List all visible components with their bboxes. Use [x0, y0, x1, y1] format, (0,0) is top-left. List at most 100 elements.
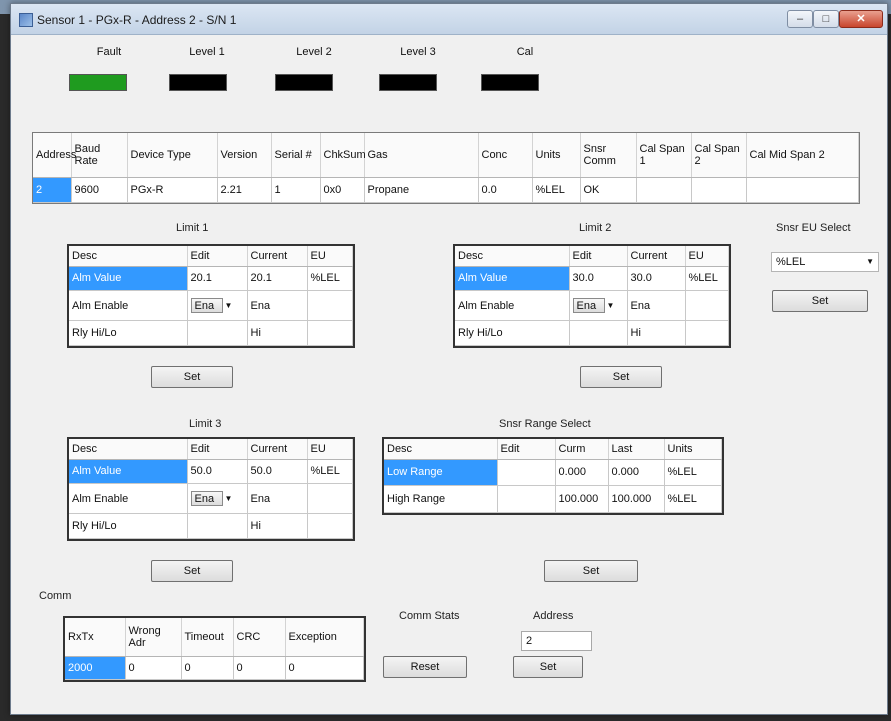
limit3-rly-edit[interactable]	[187, 513, 248, 539]
limit1-grid[interactable]: Desc Edit Current EU Alm Value 20.1 20.1…	[67, 244, 355, 348]
comm-rxtx-value[interactable]: 2000	[65, 656, 126, 680]
col-snsr-comm[interactable]: Snsr Comm	[580, 133, 637, 178]
low-range-edit[interactable]	[497, 459, 556, 487]
range-select-grid[interactable]: Desc Edit Curm Last Units Low Range 0.00…	[382, 437, 724, 515]
cell-address[interactable]: 2	[33, 177, 72, 203]
table-row[interactable]: 2000 0 0 0 0	[65, 656, 364, 680]
limit2-alm-enable-combo[interactable]: Ena	[572, 298, 605, 314]
cell-version[interactable]: 2.21	[217, 177, 272, 203]
limit2-col-current[interactable]: Current	[627, 246, 686, 267]
range-col-units[interactable]: Units	[664, 439, 722, 460]
limit1-rly-desc[interactable]: Rly Hi/Lo	[69, 320, 188, 346]
comm-col-rxtx[interactable]: RxTx	[65, 618, 126, 657]
maximize-button[interactable]: □	[813, 10, 839, 28]
cell-cal-mid-span-2[interactable]	[746, 177, 859, 203]
limit3-grid[interactable]: Desc Edit Current EU Alm Value 50.0 50.0…	[67, 437, 355, 541]
table-row[interactable]: High Range 100.000 100.000 %LEL	[384, 485, 722, 513]
limit2-alm-value-edit[interactable]: 30.0	[569, 266, 628, 292]
limit2-set-button[interactable]: Set	[580, 366, 662, 388]
limit2-col-desc[interactable]: Desc	[455, 246, 570, 267]
cell-cal-span-1[interactable]	[636, 177, 692, 203]
table-row[interactable]: Rly Hi/Lo Hi	[69, 320, 353, 346]
limit2-col-eu[interactable]: EU	[685, 246, 729, 267]
table-row[interactable]: Low Range 0.000 0.000 %LEL	[384, 459, 722, 487]
high-range-edit[interactable]	[497, 485, 556, 513]
col-cal-span-2[interactable]: Cal Span 2	[691, 133, 747, 178]
limit1-alm-enable-combo[interactable]: Ena	[190, 298, 223, 314]
chevron-down-icon[interactable]: ▼	[223, 301, 235, 310]
table-row[interactable]: Alm Enable Ena ▼ Ena	[69, 483, 353, 515]
chevron-down-icon[interactable]: ▼	[223, 494, 235, 503]
limit2-alm-value-desc[interactable]: Alm Value	[455, 266, 570, 292]
limit3-alm-enable-combo[interactable]: Ena	[190, 491, 223, 507]
col-cal-mid-span-2[interactable]: Cal Mid Span 2	[746, 133, 859, 178]
limit1-alm-enable-cell[interactable]: Ena ▼	[187, 290, 248, 322]
limit3-col-desc[interactable]: Desc	[69, 439, 188, 460]
table-row[interactable]: Alm Enable Ena ▼ Ena	[455, 290, 729, 322]
range-col-edit[interactable]: Edit	[497, 439, 556, 460]
device-info-grid[interactable]: Address Baud Rate Device Type Version Se…	[32, 132, 860, 204]
address-set-button[interactable]: Set	[513, 656, 583, 678]
cell-cal-span-2[interactable]	[691, 177, 747, 203]
limit2-alm-enable-cell[interactable]: Ena ▼	[569, 290, 628, 322]
limit2-alm-enable-desc[interactable]: Alm Enable	[455, 290, 570, 322]
limit3-set-button[interactable]: Set	[151, 560, 233, 582]
minimize-button[interactable]: –	[787, 10, 813, 28]
limit3-alm-value-edit[interactable]: 50.0	[187, 459, 248, 485]
col-conc[interactable]: Conc	[478, 133, 533, 178]
table-row[interactable]: Rly Hi/Lo Hi	[455, 320, 729, 346]
cell-gas[interactable]: Propane	[364, 177, 479, 203]
limit2-rly-edit[interactable]	[569, 320, 628, 346]
limit3-col-eu[interactable]: EU	[307, 439, 353, 460]
comm-grid[interactable]: RxTx Wrong Adr Timeout CRC Exception 200…	[63, 616, 366, 682]
limit3-col-edit[interactable]: Edit	[187, 439, 248, 460]
limit2-col-edit[interactable]: Edit	[569, 246, 628, 267]
comm-col-crc[interactable]: CRC	[233, 618, 286, 657]
range-col-curr[interactable]: Curm	[555, 439, 609, 460]
col-serial[interactable]: Serial #	[271, 133, 321, 178]
table-row[interactable]: Alm Enable Ena ▼ Ena	[69, 290, 353, 322]
table-row[interactable]: Rly Hi/Lo Hi	[69, 513, 353, 539]
range-col-last[interactable]: Last	[608, 439, 665, 460]
cell-units[interactable]: %LEL	[532, 177, 581, 203]
col-gas[interactable]: Gas	[364, 133, 479, 178]
col-version[interactable]: Version	[217, 133, 272, 178]
address-input[interactable]: 2	[521, 631, 592, 651]
cell-device-type[interactable]: PGx-R	[127, 177, 218, 203]
limit3-alm-enable-desc[interactable]: Alm Enable	[69, 483, 188, 515]
limit1-col-edit[interactable]: Edit	[187, 246, 248, 267]
reset-button[interactable]: Reset	[383, 656, 467, 678]
limit3-alm-value-desc[interactable]: Alm Value	[69, 459, 188, 485]
limit1-alm-value-edit[interactable]: 20.1	[187, 266, 248, 292]
col-address[interactable]: Address	[33, 133, 76, 178]
limit1-col-eu[interactable]: EU	[307, 246, 353, 267]
col-units[interactable]: Units	[532, 133, 581, 178]
limit1-col-desc[interactable]: Desc	[69, 246, 188, 267]
col-baud-rate[interactable]: Baud Rate	[71, 133, 128, 178]
col-cal-span-1[interactable]: Cal Span 1	[636, 133, 692, 178]
high-range-desc[interactable]: High Range	[384, 485, 498, 513]
range-col-desc[interactable]: Desc	[384, 439, 498, 460]
close-button[interactable]: ✕	[839, 10, 883, 28]
limit1-alm-enable-desc[interactable]: Alm Enable	[69, 290, 188, 322]
limit2-grid[interactable]: Desc Edit Current EU Alm Value 30.0 30.0…	[453, 244, 731, 348]
comm-col-wrong-adr[interactable]: Wrong Adr	[125, 618, 182, 657]
limit2-rly-desc[interactable]: Rly Hi/Lo	[455, 320, 570, 346]
cell-conc[interactable]: 0.0	[478, 177, 533, 203]
chevron-down-icon[interactable]: ▼	[866, 253, 874, 271]
col-chksum[interactable]: ChkSum	[320, 133, 366, 178]
limit3-rly-desc[interactable]: Rly Hi/Lo	[69, 513, 188, 539]
table-row[interactable]: Alm Value 50.0 50.0 %LEL	[69, 459, 353, 485]
col-device-type[interactable]: Device Type	[127, 133, 218, 178]
chevron-down-icon[interactable]: ▼	[605, 301, 617, 310]
limit1-alm-value-desc[interactable]: Alm Value	[69, 266, 188, 292]
cell-snsr-comm[interactable]: OK	[580, 177, 637, 203]
table-row[interactable]: Alm Value 20.1 20.1 %LEL	[69, 266, 353, 292]
limit1-col-current[interactable]: Current	[247, 246, 308, 267]
range-set-button[interactable]: Set	[544, 560, 638, 582]
limit3-col-current[interactable]: Current	[247, 439, 308, 460]
limit1-rly-edit[interactable]	[187, 320, 248, 346]
comm-col-timeout[interactable]: Timeout	[181, 618, 234, 657]
table-row[interactable]: Alm Value 30.0 30.0 %LEL	[455, 266, 729, 292]
low-range-desc[interactable]: Low Range	[384, 459, 498, 487]
